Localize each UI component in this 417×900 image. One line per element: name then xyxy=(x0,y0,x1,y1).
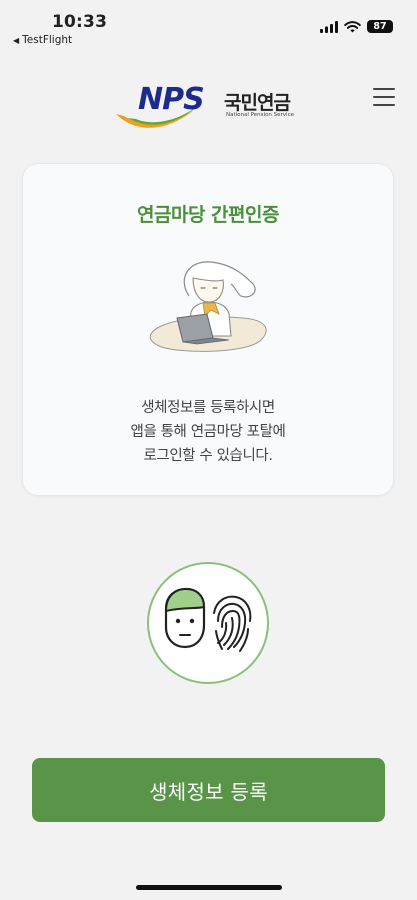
hamburger-menu-icon[interactable] xyxy=(373,86,395,108)
desc-line: 로그인할 수 있습니다. xyxy=(143,448,273,464)
biometric-circle xyxy=(147,562,269,684)
simple-auth-card: 연금마당 간편인증 생체정보를 등록하시면 앱을 통해 연금마당 포탈에 로그인… xyxy=(22,163,394,496)
logo-korean-text: 국민연금 xyxy=(224,92,291,114)
nps-logo: NPS 국민연금 National Pension Service xyxy=(114,82,304,132)
person-with-laptop-illustration xyxy=(149,261,267,352)
logo-nps-text: NPS xyxy=(138,82,205,117)
home-indicator[interactable] xyxy=(136,885,282,890)
back-to-testflight-link[interactable]: ◀ TestFlight xyxy=(13,34,72,46)
desc-line: 생체정보를 등록하시면 xyxy=(141,400,275,416)
logo-english-text: National Pension Service xyxy=(226,112,294,118)
card-description: 생체정보를 등록하시면 앱을 통해 연금마당 포탈에 로그인할 수 있습니다. xyxy=(23,396,393,468)
status-time: 10:33 xyxy=(52,12,108,32)
card-title: 연금마당 간편인증 xyxy=(137,204,279,226)
menu-line xyxy=(373,96,395,98)
menu-line xyxy=(373,104,395,106)
register-biometric-button[interactable]: 생체정보 등록 xyxy=(32,758,385,822)
face-fingerprint-icon xyxy=(164,587,252,652)
back-caret-icon: ◀ xyxy=(13,36,20,45)
back-app-label: TestFlight xyxy=(22,34,73,46)
status-bar: 10:33 ◀ TestFlight 87 xyxy=(0,0,417,50)
desc-line: 앱을 통해 연금마당 포탈에 xyxy=(130,424,286,440)
wifi-icon xyxy=(344,20,361,32)
menu-line xyxy=(373,88,395,90)
battery-icon: 87 xyxy=(367,20,393,33)
status-icons: 87 xyxy=(320,20,393,33)
app-header: NPS 국민연금 National Pension Service xyxy=(0,70,417,130)
cellular-signal-icon xyxy=(320,20,338,33)
